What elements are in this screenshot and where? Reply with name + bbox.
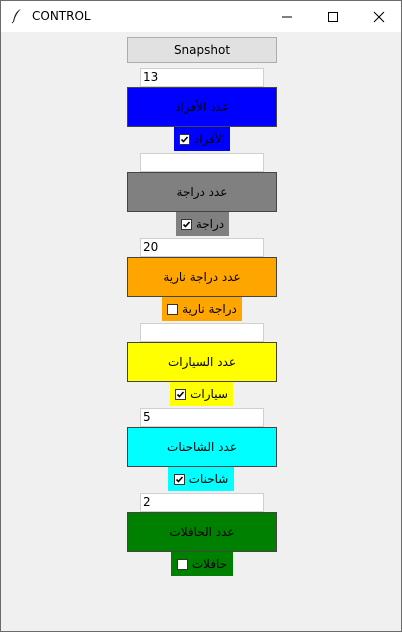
count-input[interactable]: 2	[140, 493, 264, 512]
checkbox-label: شاحنات	[188, 472, 229, 486]
snapshot-button[interactable]: Snapshot	[127, 37, 277, 63]
minimize-icon	[282, 16, 292, 18]
count-input[interactable]	[140, 153, 264, 172]
toggle-checkbox[interactable]: دراجة	[176, 212, 229, 236]
checkbox-label: الأفراد	[193, 132, 226, 146]
checkbox-checked-icon[interactable]	[175, 388, 187, 400]
count-input[interactable]: 5	[140, 408, 264, 427]
checkbox-label: سيارات	[190, 387, 228, 401]
count-input[interactable]	[140, 323, 264, 342]
count-button[interactable]: عدد الحافلات	[127, 512, 277, 552]
minimize-button[interactable]	[264, 1, 310, 32]
checkbox-unchecked-icon[interactable]	[176, 558, 188, 570]
toggle-checkbox[interactable]: سيارات	[170, 382, 233, 406]
toggle-checkbox[interactable]: دراجة نارية	[162, 297, 242, 321]
maximize-icon	[328, 12, 338, 22]
toggle-checkbox[interactable]: شاحنات	[168, 467, 234, 491]
toggle-checkbox[interactable]: حافلات	[171, 552, 233, 576]
count-button[interactable]: عدد الشاحنات	[127, 427, 277, 467]
checkbox-checked-icon[interactable]	[180, 218, 192, 230]
feather-icon	[10, 8, 24, 24]
checkbox-unchecked-icon[interactable]	[167, 303, 179, 315]
control-window: CONTROL Snapshot 13 عدد الأفراد الأفراد عدد…	[0, 0, 402, 632]
checkbox-label: دراجة	[195, 217, 225, 231]
count-button[interactable]: عدد الأفراد	[127, 87, 277, 127]
checkbox-checked-icon[interactable]	[173, 473, 185, 485]
count-input[interactable]: 13	[140, 68, 264, 87]
checkbox-label: حافلات	[191, 557, 228, 571]
maximize-button[interactable]	[310, 1, 356, 32]
count-button[interactable]: عدد دراجة	[127, 172, 277, 212]
count-button[interactable]: عدد السيارات	[127, 342, 277, 382]
toggle-checkbox[interactable]: الأفراد	[174, 127, 230, 151]
checkbox-checked-icon[interactable]	[178, 133, 190, 145]
window-title: CONTROL	[32, 9, 91, 23]
checkbox-label: دراجة نارية	[182, 302, 237, 316]
title-bar[interactable]: CONTROL	[1, 1, 401, 32]
close-icon	[373, 11, 385, 23]
count-input[interactable]: 20	[140, 238, 264, 257]
count-button[interactable]: عدد دراجة نارية	[127, 257, 277, 297]
close-button[interactable]	[356, 1, 402, 32]
